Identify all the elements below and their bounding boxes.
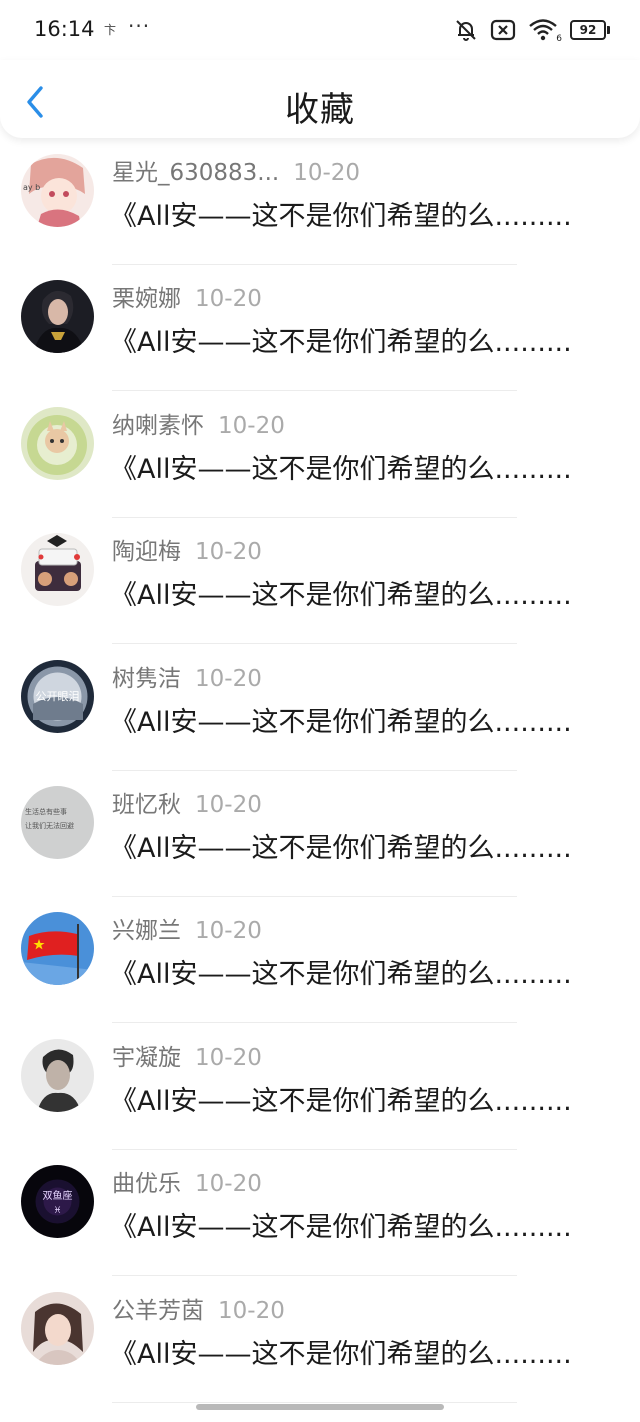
avatar-5-text: 公开眼泪 [36, 690, 80, 703]
date: 10-20 [195, 286, 262, 313]
item-title: 《All安——这不是你们希望的么......... [110, 201, 572, 232]
list-item: 公羊芳茵 10-20 《All安——这不是你们希望的么......... [0, 1276, 640, 1403]
date: 10-20 [195, 1171, 262, 1198]
list-item: 双鱼座 ♓ 曲优乐 10-20 《All安——这不是你们希望的么......... [0, 1149, 640, 1277]
list-item-link[interactable]: 公开眼泪 树隽洁 10-20 《All安——这不是你们希望的么......... [0, 644, 640, 770]
date: 10-20 [218, 1297, 285, 1324]
list-item-link[interactable]: 双鱼座 ♓ 曲优乐 10-20 《All安——这不是你们希望的么......... [0, 1149, 640, 1275]
page-title: 收藏 [285, 90, 355, 130]
date: 10-20 [195, 539, 262, 566]
list-item-link[interactable]: ay b 星光_630883... 10-20 《All安——这不是你们希望的么.… [0, 138, 640, 264]
date: 10-20 [195, 918, 262, 945]
avatar[interactable]: 公开眼泪 [21, 659, 94, 733]
list-item-link[interactable]: 宇凝旋 10-20 《All安——这不是你们希望的么......... [0, 1023, 640, 1149]
list-item-link[interactable]: 陶迎梅 10-20 《All安——这不是你们希望的么......... [0, 517, 640, 643]
avatar[interactable] [21, 280, 94, 354]
username: 曲优乐 [112, 1171, 181, 1198]
avatar[interactable]: ay b [21, 154, 94, 227]
avatar[interactable] [21, 406, 94, 480]
wifi-icon: 6 [528, 18, 562, 44]
list-item-link[interactable]: 纳喇素怀 10-20 《All安——这不是你们希望的么......... [0, 391, 640, 517]
username: 宇凝旋 [112, 1044, 181, 1071]
avatar-6-text-1: 生活总有些事 [25, 807, 67, 816]
battery-percent: 92 [579, 23, 597, 37]
list-item-link[interactable]: 栗婉娜 10-20 《All安——这不是你们希望的么......... [0, 264, 640, 390]
username-line: 纳喇素怀 10-20 [112, 406, 285, 440]
username-line: 公羊芳茵 10-20 [112, 1291, 285, 1325]
nav-header: 收藏 [0, 60, 640, 138]
username-line: 星光_630883... 10-20 [112, 153, 360, 187]
item-title: 《All安——这不是你们希望的么......... [110, 959, 572, 991]
list-item-link[interactable]: 兴娜兰 10-20 《All安——这不是你们希望的么......... [0, 896, 640, 1022]
item-title: 《All安——这不是你们希望的么......... [110, 1085, 572, 1117]
username-line: 宇凝旋 10-20 [112, 1038, 262, 1072]
avatar[interactable]: 生活总有些事 让我们无法回避 [21, 785, 94, 859]
list-item: 生活总有些事 让我们无法回避 班忆秋 10-20 《All安——这不是你们希望的么… [0, 770, 640, 897]
username-line: 班忆秋 10-20 [112, 785, 262, 819]
item-title: 《All安——这不是你们希望的么......... [110, 327, 572, 359]
username: 陶迎梅 [112, 539, 181, 566]
list-item: 栗婉娜 10-20 《All安——这不是你们希望的么......... [0, 264, 640, 392]
item-title: 《All安——这不是你们希望的么......... [110, 580, 572, 612]
username-line: 曲优乐 10-20 [112, 1164, 262, 1198]
list-item: 纳喇素怀 10-20 《All安——这不是你们希望的么......... [0, 391, 640, 518]
list-item: 公开眼泪 树隽洁 10-20 《All安——这不是你们希望的么......... [0, 644, 640, 771]
avatar[interactable] [21, 912, 94, 986]
username-line: 树隽洁 10-20 [112, 659, 262, 693]
avatar[interactable] [21, 533, 94, 607]
date: 10-20 [293, 160, 361, 186]
date: 10-20 [195, 1044, 262, 1071]
item-title: 《All安——这不是你们希望的么......... [110, 453, 572, 485]
username-line: 栗婉娜 10-20 [112, 279, 262, 313]
list-item: 宇凝旋 10-20 《All安——这不是你们希望的么......... [0, 1023, 640, 1150]
username: 栗婉娜 [112, 286, 181, 313]
more-notifications-icon: ··· [128, 14, 151, 38]
username: 树隽洁 [112, 665, 181, 692]
bell-off-icon [454, 18, 478, 42]
sim-off-icon [490, 19, 516, 41]
username: 公羊芳茵 [112, 1297, 204, 1324]
item-title: 《All安——这不是你们希望的么......... [110, 706, 572, 738]
list-item: ay b 星光_630883... 10-20 《All安——这不是你们希望的么.… [0, 138, 640, 265]
avatar[interactable] [21, 1038, 94, 1112]
avatar-9-text-2: ♓ [53, 1206, 61, 1216]
avatar-6-text-2: 让我们无法回避 [25, 821, 74, 830]
username: 班忆秋 [112, 791, 181, 818]
avatar-9-text-1: 双鱼座 [43, 1189, 73, 1202]
list-item-link[interactable]: 生活总有些事 让我们无法回避 班忆秋 10-20 《All安——这不是你们希望的么… [0, 770, 640, 896]
battery-icon: 92 [570, 20, 610, 40]
item-title: 《All安——这不是你们希望的么......... [110, 832, 572, 864]
home-indicator[interactable] [196, 1404, 444, 1410]
username: 纳喇素怀 [112, 412, 204, 439]
favorites-list: ay b 星光_630883... 10-20 《All安——这不是你们希望的么.… [0, 138, 640, 1403]
divider [112, 1401, 517, 1403]
username-line: 兴娜兰 10-20 [112, 911, 262, 945]
date: 10-20 [195, 791, 262, 818]
item-title: 《All安——这不是你们希望的么......... [110, 1338, 572, 1370]
status-time: 16:14 [34, 17, 95, 41]
item-title: 《All安——这不是你们希望的么......... [110, 1212, 572, 1244]
avatar[interactable]: 双鱼座 ♓ [21, 1165, 94, 1239]
wifi-badge: 6 [556, 34, 562, 44]
list-item: 陶迎梅 10-20 《All安——这不是你们希望的么......... [0, 517, 640, 645]
notification-icon: 卞 [104, 23, 117, 37]
date: 10-20 [218, 412, 285, 439]
date: 10-20 [195, 665, 262, 692]
username-line: 陶迎梅 10-20 [112, 532, 262, 566]
list-item-link[interactable]: 公羊芳茵 10-20 《All安——这不是你们希望的么......... [0, 1276, 640, 1402]
username: 星光_630883... [112, 160, 280, 186]
username: 兴娜兰 [112, 918, 181, 945]
status-bar: 16:14 卞 ··· 6 92 [0, 0, 640, 60]
avatar[interactable] [21, 1291, 94, 1365]
avatar-1-text: ay b [23, 183, 40, 192]
list-item: 兴娜兰 10-20 《All安——这不是你们希望的么......... [0, 896, 640, 1024]
